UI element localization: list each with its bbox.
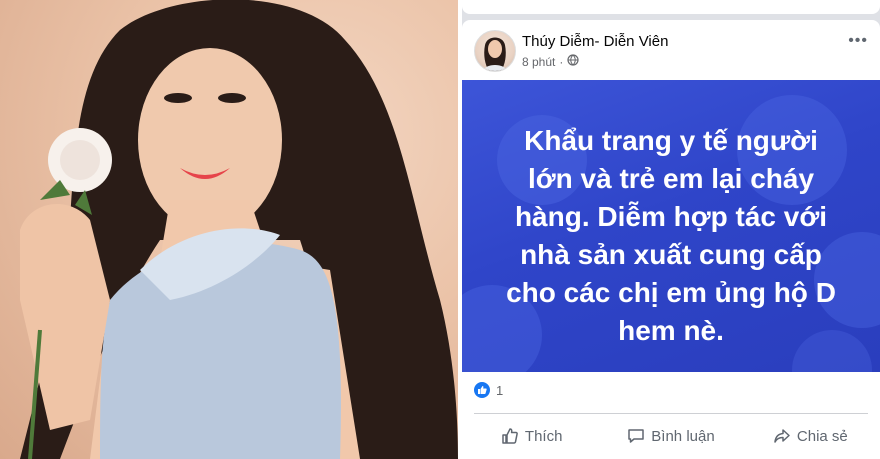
more-icon[interactable]: ••• — [848, 32, 868, 50]
separator-dot: · — [559, 54, 564, 69]
post-text: Khẩu trang y tế người lớn và trẻ em lại … — [506, 125, 836, 346]
like-icon — [502, 428, 518, 444]
share-label: Chia sẻ — [796, 427, 848, 445]
facebook-post-panel: Thúy Diễm- Diễn Viên 8 phút · ••• Khẩu t… — [462, 0, 880, 459]
reaction-count: 1 — [496, 382, 504, 398]
avatar[interactable] — [474, 30, 516, 72]
like-label: Thích — [524, 427, 563, 445]
post-text-banner: Khẩu trang y tế người lớn và trẻ em lại … — [462, 80, 880, 372]
post-card: Thúy Diễm- Diễn Viên 8 phút · ••• Khẩu t… — [462, 20, 880, 459]
comment-label: Bình luận — [651, 427, 715, 445]
portrait-photo — [0, 0, 458, 459]
like-reaction-icon — [474, 382, 490, 398]
post-meta: 8 phút · — [522, 54, 579, 69]
comment-button[interactable]: Bình luận — [601, 418, 740, 454]
author-name[interactable]: Thúy Diễm- Diễn Viên — [522, 33, 668, 50]
share-button[interactable]: Chia sẻ — [741, 418, 880, 454]
post-actions: Thích Bình luận Chia sẻ — [462, 418, 880, 454]
actions-divider — [474, 413, 868, 414]
post-time[interactable]: 8 phút — [522, 55, 555, 69]
like-button[interactable]: Thích — [462, 418, 601, 454]
share-icon — [774, 429, 790, 443]
previous-post-card — [462, 0, 880, 14]
reactions-summary[interactable]: 1 — [474, 382, 503, 398]
comment-icon — [628, 429, 645, 443]
globe-icon — [567, 54, 579, 69]
